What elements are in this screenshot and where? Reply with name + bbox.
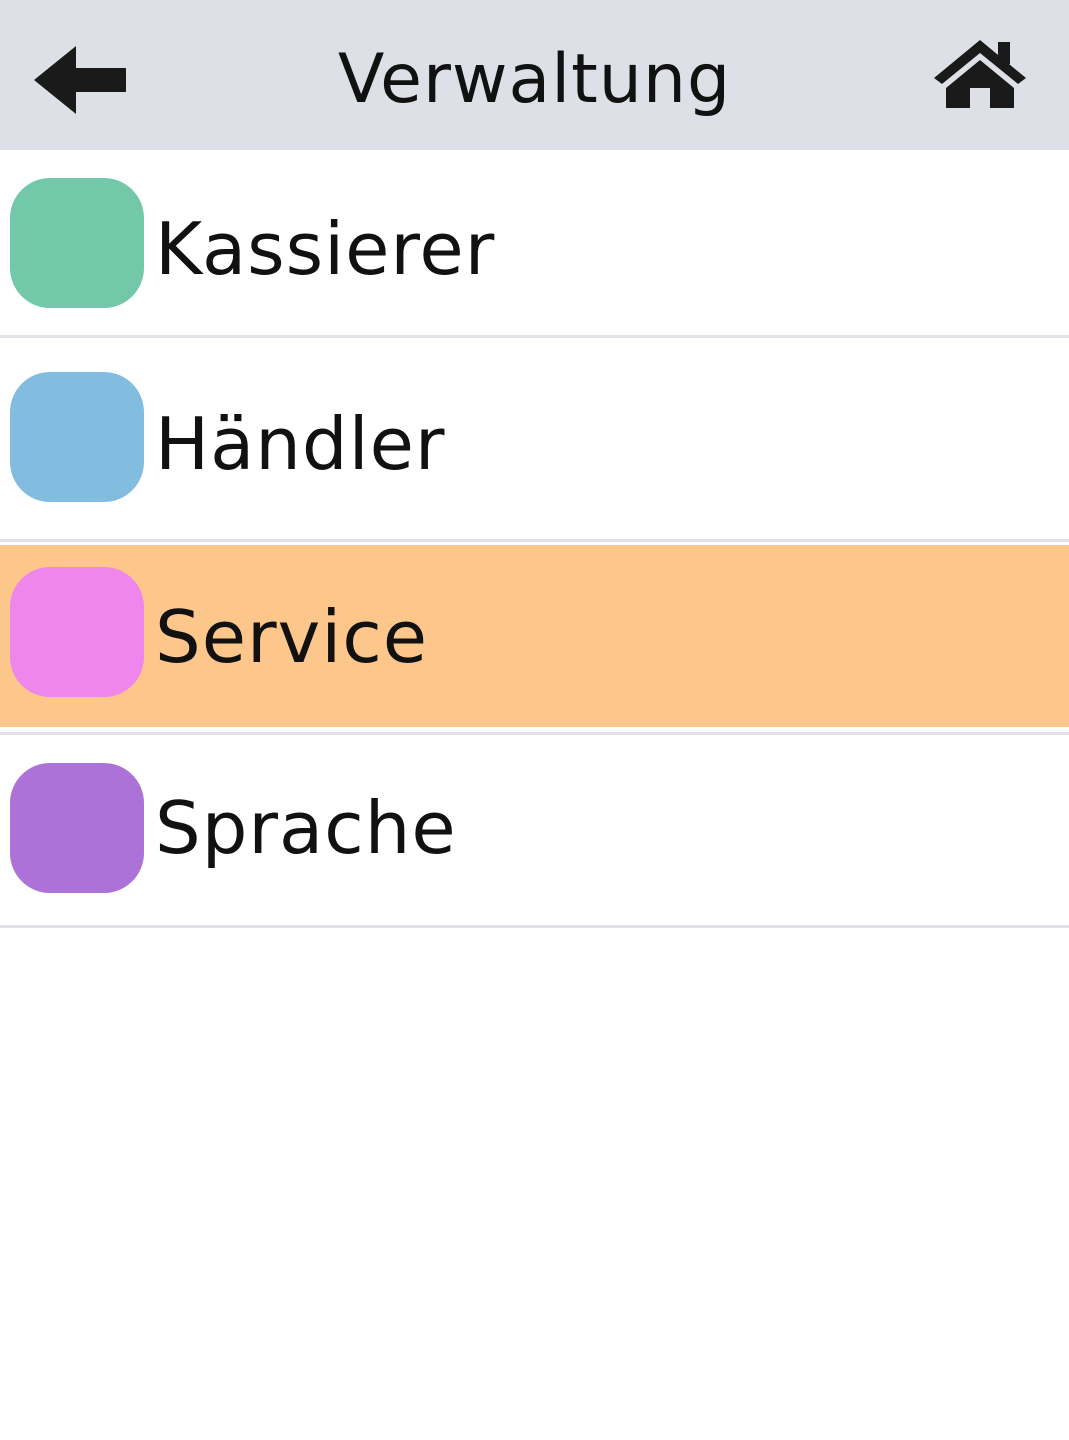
home-icon [934,40,1026,108]
arrow-left-icon [34,46,126,114]
service-color-icon [10,567,144,697]
header-bar: Verwaltung [0,0,1069,150]
menu-item-sprache[interactable]: Sprache [0,735,1069,925]
menu-item-kassierer[interactable]: Kassierer [0,150,1069,335]
menu-item-label: Sprache [155,786,457,870]
divider [0,925,1069,928]
menu-item-label: Service [155,595,429,679]
menu-item-service[interactable]: Service [0,545,1069,727]
menu-item-label: Händler [155,402,446,486]
menu-item-label: Kassierer [155,207,496,291]
menu-item-haendler[interactable]: Händler [0,338,1069,539]
kassierer-color-icon [10,178,144,308]
haendler-color-icon [10,372,144,502]
page-title: Verwaltung [337,40,732,119]
back-button[interactable] [30,40,130,120]
home-button[interactable] [930,36,1030,112]
divider [0,539,1069,542]
sprache-color-icon [10,763,144,893]
